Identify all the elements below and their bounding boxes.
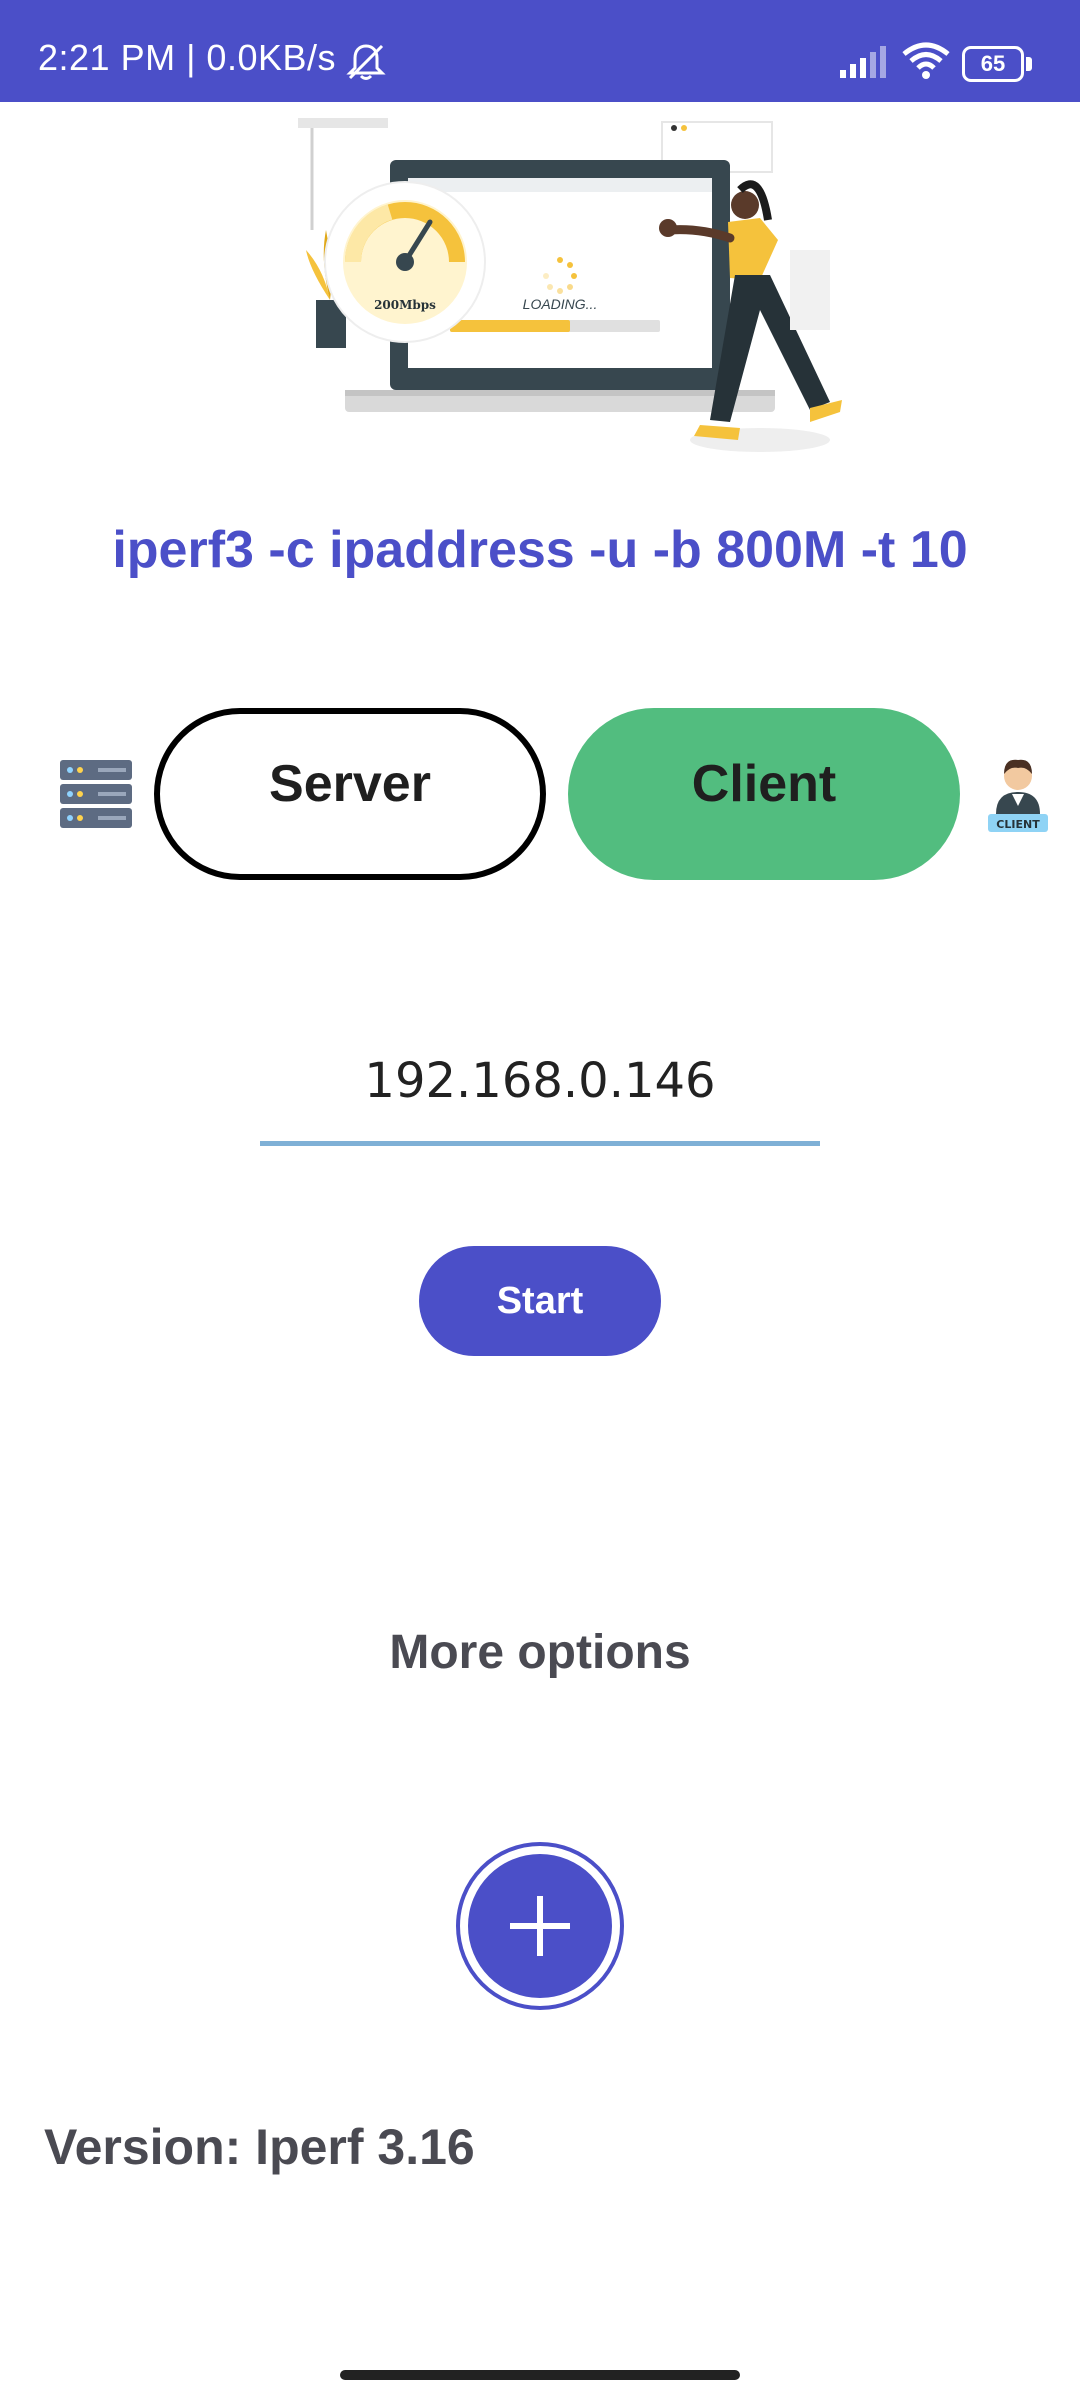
add-options-button-ring [456,1842,624,2010]
start-button[interactable]: Start [419,1246,661,1356]
speedtest-illustration: LOADING... 200Mbps [298,118,842,452]
iperf-command-text: iperf3 -c ipaddress -u -b 800M -t 10 [112,521,968,579]
home-indicator[interactable] [340,2370,740,2380]
plus-icon [510,1896,570,1956]
status-time-speed: 2:21 PM | 0.0KB/s [38,37,336,78]
client-mode-button[interactable]: Client [568,708,960,880]
bell-off-icon [346,44,386,80]
add-options-button[interactable] [468,1854,612,1998]
more-options-label: More options [389,1626,691,1679]
signal-icon [840,46,886,78]
server-mode-label: Server [269,755,431,813]
speed-label: 200Mbps [374,298,436,312]
client-badge-label: CLIENT [996,818,1040,831]
wifi-icon [902,42,950,79]
client-mode-label: Client [691,755,837,813]
server-mode-button[interactable]: Server [154,708,546,880]
battery-level: 65 [980,51,1006,76]
loading-label: LOADING... [523,296,598,312]
client-icon: CLIENT [988,759,1048,832]
status-bar: 2:21 PM | 0.0KB/s 65 [0,0,1080,102]
ip-address-input[interactable] [260,1030,820,1146]
version-text: Version: Iperf 3.16 [44,2119,475,2175]
battery-icon: 65 [962,46,1032,82]
server-icon [60,760,132,828]
